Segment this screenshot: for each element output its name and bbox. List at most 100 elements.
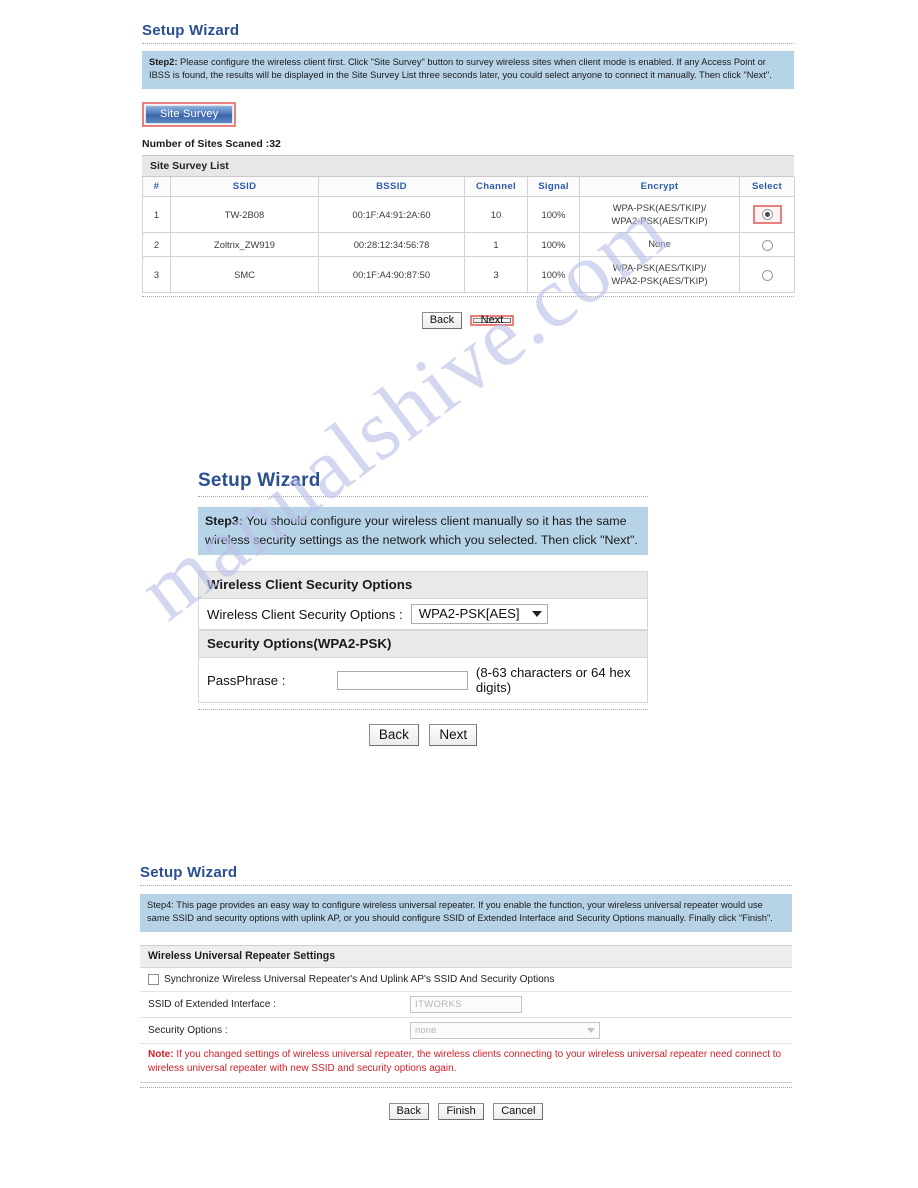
column-header-channel: Channel <box>464 176 528 197</box>
chevron-down-icon <box>587 1027 595 1033</box>
repeater-security-row: Security Options : none <box>140 1018 792 1044</box>
sites-scanned-count: Number of Sites Scaned :32 <box>142 137 281 150</box>
step3-step-label: Step3: <box>205 514 243 528</box>
table-row: 1 TW-2B08 00:1F:A4:91:2A:60 10 100% WPA-… <box>142 195 795 234</box>
cell-signal: 100% <box>527 255 580 294</box>
repeater-settings-header: Wireless Universal Repeater Settings <box>140 945 792 968</box>
column-header-signal: Signal <box>527 176 580 197</box>
extended-ssid-row: SSID of Extended Interface : ITWORKS <box>140 992 792 1018</box>
step4-button-row: Back Finish Cancel <box>140 1101 792 1120</box>
column-header-ssid: SSID <box>170 176 319 197</box>
step4-title-divider <box>140 885 792 886</box>
cell-ssid: TW-2B08 <box>170 195 319 234</box>
step4-section: Setup Wizard Step4: This page provides a… <box>140 864 792 1120</box>
step2-button-row: Back Next <box>142 310 794 330</box>
cell-signal: 100% <box>527 232 580 257</box>
step2-page-title: Setup Wizard <box>142 22 240 39</box>
cell-bssid: 00:1F:A4:91:2A:60 <box>318 195 465 234</box>
column-header-index: # <box>142 176 171 197</box>
cell-index: 1 <box>142 195 171 234</box>
wireless-client-security-form: Wireless Client Security Options Wireles… <box>198 571 648 704</box>
note-text: If you changed settings of wireless univ… <box>148 1048 782 1075</box>
cell-encrypt: WPA-PSK(AES/TKIP)/ WPA2-PSK(AES/TKIP) <box>579 255 740 294</box>
step4-back-button[interactable]: Back <box>388 1102 429 1120</box>
repeater-security-select[interactable]: none <box>410 1021 600 1039</box>
repeater-settings-panel: Wireless Universal Repeater Settings Syn… <box>140 944 792 1083</box>
security-options-select[interactable]: WPA2-PSK[AES] <box>410 604 548 625</box>
step3-instruction-banner: Step3: You should configure your wireles… <box>198 507 648 556</box>
site-survey-table: # SSID BSSID Channel Signal Encrypt Sele… <box>142 176 795 294</box>
column-header-select: Select <box>739 176 795 197</box>
step3-next-button[interactable]: Next <box>429 724 478 747</box>
column-header-encrypt: Encrypt <box>579 176 740 197</box>
step2-table-bottom-divider <box>142 296 794 298</box>
step3-section: Setup Wizard Step3: You should configure… <box>198 470 648 747</box>
step3-title-divider <box>198 496 648 497</box>
select-radio-row-3[interactable] <box>761 269 773 281</box>
sync-checkbox-label: Synchronize Wireless Universal Repeater'… <box>164 973 555 985</box>
site-survey-list-panel: Site Survey List # SSID BSSID Channel Si… <box>142 154 795 298</box>
step3-button-row: Back Next <box>198 724 648 747</box>
step3-back-button[interactable]: Back <box>368 724 419 747</box>
cell-channel: 3 <box>464 255 528 294</box>
extended-ssid-input[interactable]: ITWORKS <box>410 995 522 1013</box>
passphrase-label: PassPhrase : <box>207 672 286 688</box>
note-label: Note: <box>148 1048 174 1060</box>
step4-step-label: Step4: <box>147 900 174 910</box>
encrypt-line-2: WPA2-PSK(AES/TKIP) <box>611 214 708 226</box>
encrypt-line-1: WPA-PSK(AES/TKIP)/ <box>612 262 707 273</box>
step4-panel-bottom-divider <box>140 1086 792 1088</box>
wireless-client-security-header: Wireless Client Security Options <box>199 572 647 600</box>
step4-page-title: Setup Wizard <box>140 864 238 881</box>
step4-finish-button[interactable]: Finish <box>438 1102 484 1120</box>
step3-form-bottom-divider <box>198 709 648 711</box>
select-radio-row-2[interactable] <box>761 239 773 251</box>
encrypt-line-2: WPA2-PSK(AES/TKIP) <box>611 274 708 286</box>
selected-row-highlight <box>752 205 782 225</box>
site-survey-highlight: Site Survey <box>142 101 237 127</box>
chevron-down-icon <box>531 610 542 617</box>
sync-checkbox[interactable] <box>148 973 159 985</box>
step2-section: Setup Wizard Step2: Please configure the… <box>142 22 795 330</box>
step2-next-highlight: Next <box>469 315 515 327</box>
select-radio-row-1[interactable] <box>761 209 773 221</box>
passphrase-row: PassPhrase : (8-63 characters or 64 hex … <box>199 658 647 703</box>
cell-signal: 100% <box>527 195 580 234</box>
step2-instruction-banner: Step2: Please configure the wireless cli… <box>142 51 794 89</box>
step3-page-title: Setup Wizard <box>198 470 321 491</box>
site-survey-button-container: Site Survey <box>142 101 794 127</box>
encrypt-line-1: WPA-PSK(AES/TKIP)/ <box>612 201 707 213</box>
cell-index: 3 <box>142 255 171 294</box>
table-header-row: # SSID BSSID Channel Signal Encrypt Sele… <box>142 176 795 197</box>
security-options-row: Wireless Client Security Options : WPA2-… <box>199 599 647 631</box>
site-survey-list-title: Site Survey List <box>142 154 794 177</box>
repeater-security-label: Security Options : <box>148 1024 228 1036</box>
cell-select <box>739 232 795 257</box>
document-page: manualshive.com Setup Wizard Step2: Plea… <box>0 0 918 1188</box>
security-options-value: WPA2-PSK[AES] <box>418 606 520 622</box>
cell-bssid: 00:1F:A4:90:87:50 <box>318 255 465 294</box>
cell-encrypt: None <box>579 232 740 257</box>
security-options-section-header: Security Options(WPA2-PSK) <box>199 630 647 659</box>
sync-checkbox-row: Synchronize Wireless Universal Repeater'… <box>140 968 792 992</box>
step2-instruction-text: Please configure the wireless client fir… <box>149 57 772 81</box>
column-header-bssid: BSSID <box>318 176 465 197</box>
step2-back-button[interactable]: Back <box>421 312 463 330</box>
step2-next-button[interactable]: Next <box>472 315 512 326</box>
cell-bssid: 00:28:12:34:56:78 <box>318 232 465 257</box>
table-row: 3 SMC 00:1F:A4:90:87:50 3 100% WPA-PSK(A… <box>142 255 795 294</box>
step4-cancel-button[interactable]: Cancel <box>493 1102 544 1120</box>
step3-instruction-text: You should configure your wireless clien… <box>205 514 638 547</box>
cell-index: 2 <box>142 232 171 257</box>
extended-ssid-label: SSID of Extended Interface : <box>148 998 276 1010</box>
step4-instruction-text: This page provides an easy way to config… <box>147 900 773 924</box>
cell-encrypt: WPA-PSK(AES/TKIP)/ WPA2-PSK(AES/TKIP) <box>579 195 740 234</box>
passphrase-input[interactable] <box>337 670 468 690</box>
site-survey-button[interactable]: Site Survey <box>145 104 234 124</box>
step2-step-label: Step2: <box>149 57 178 67</box>
cell-ssid: Zoltrix_ZW919 <box>170 232 319 257</box>
passphrase-hint: (8-63 characters or 64 hex digits) <box>475 665 631 696</box>
security-options-label: Wireless Client Security Options : <box>207 606 403 622</box>
repeater-note: Note: If you changed settings of wireles… <box>140 1044 792 1082</box>
cell-channel: 1 <box>464 232 528 257</box>
